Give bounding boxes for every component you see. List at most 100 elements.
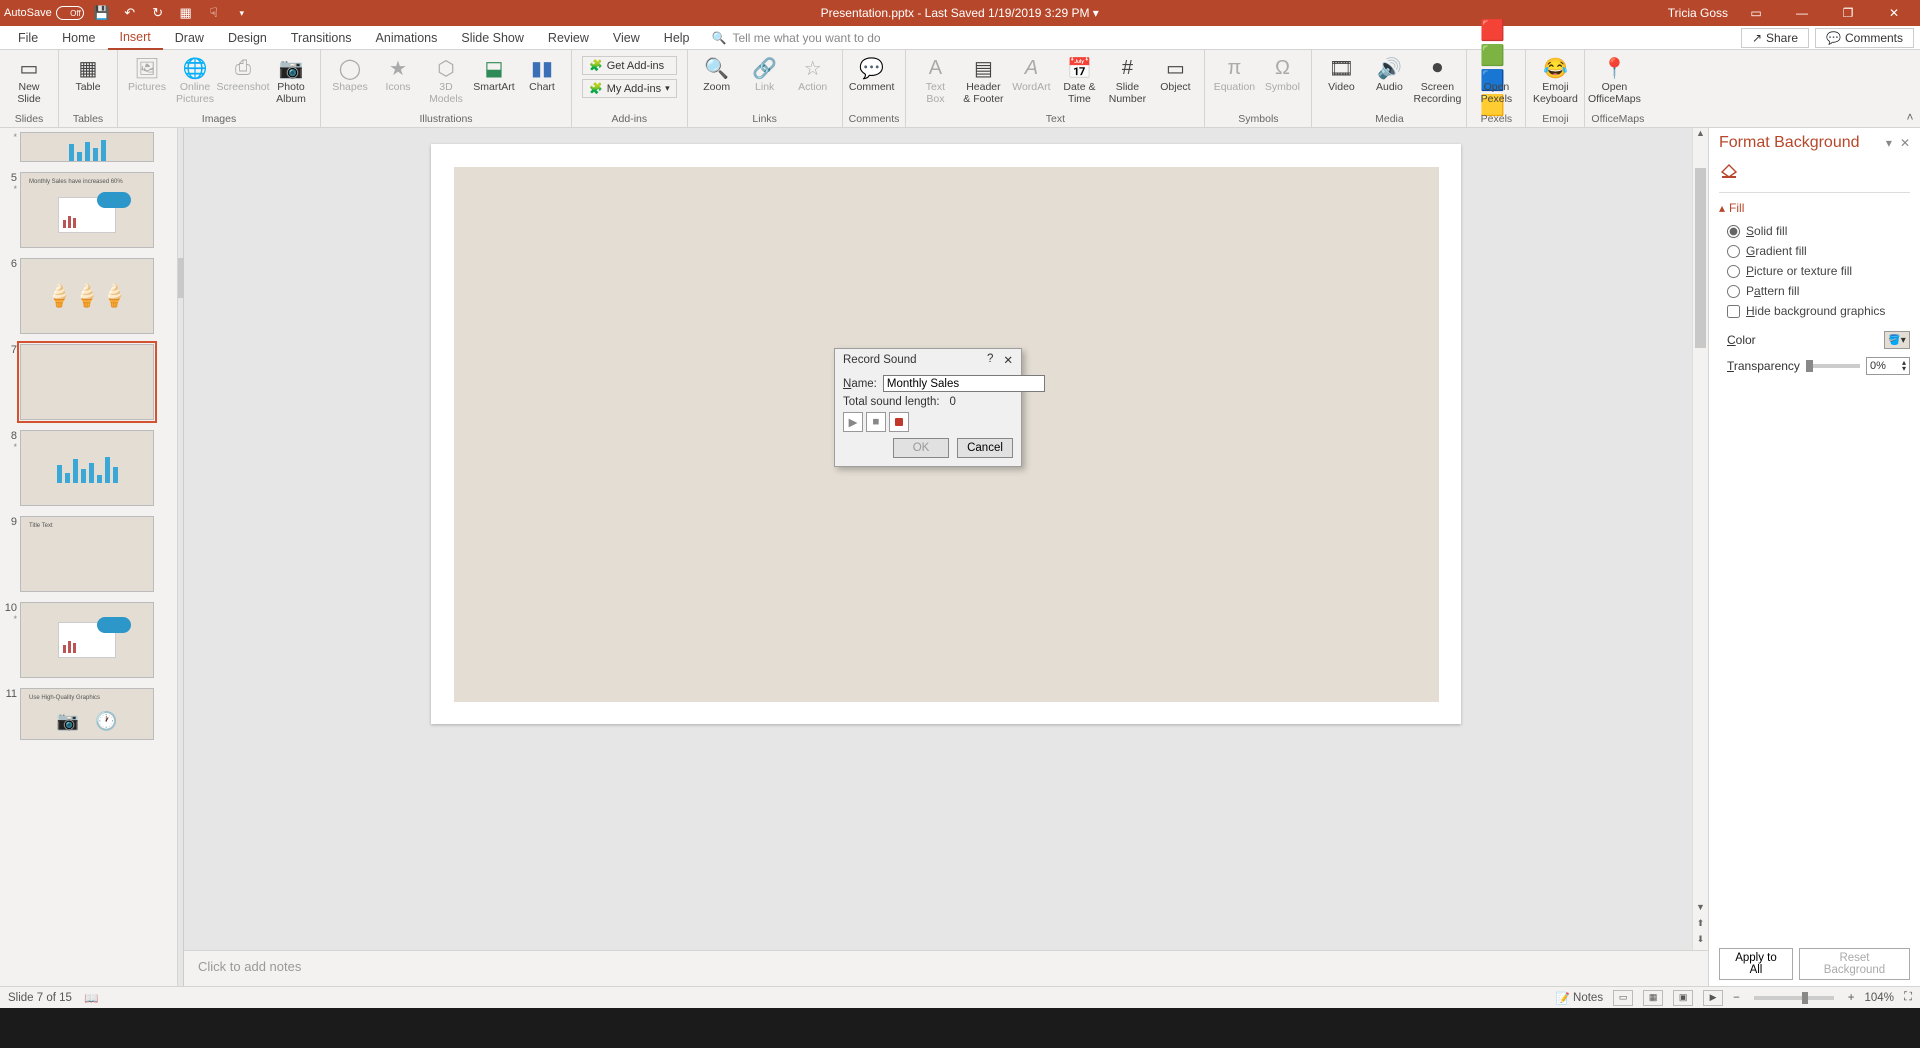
shapes-button[interactable]: ◯Shapes [327,52,373,96]
video-button[interactable]: 🎞Video [1318,52,1364,96]
hide-bg-graphics-option[interactable]: Hide background graphics [1727,304,1910,318]
cancel-button[interactable]: Cancel [957,438,1013,458]
editor-scrollbar[interactable]: ▲ ▼ ⬆ ⬇ [1692,128,1708,950]
fill-pattern-option[interactable]: Pattern fill [1727,284,1910,298]
undo-icon[interactable]: ↶ [120,3,140,23]
icons-button[interactable]: ★Icons [375,52,421,96]
play-button[interactable]: ▶ [843,412,863,432]
slide-thumbnail[interactable]: * [4,132,177,162]
save-icon[interactable]: 💾 [92,3,112,23]
fill-gradient-option[interactable]: Gradient fill [1727,244,1910,258]
chart-button[interactable]: ▮▮Chart [519,52,565,96]
apply-to-all-button[interactable]: Apply to All [1719,948,1793,980]
sound-name-input[interactable] [883,375,1045,392]
scroll-up-icon[interactable]: ▲ [1693,128,1708,144]
tab-slideshow[interactable]: Slide Show [449,27,536,49]
zoom-button[interactable]: 🔍Zoom [694,52,740,96]
scroll-thumb[interactable] [1695,168,1706,348]
tab-home[interactable]: Home [50,27,107,49]
photo-album-button[interactable]: 📷PhotoAlbum [268,52,314,107]
zoom-percent[interactable]: 104% [1865,992,1894,1004]
tab-design[interactable]: Design [216,27,279,49]
get-addins-button[interactable]: 🧩Get Add-ins [582,56,677,75]
notes-toggle[interactable]: 📝 Notes [1556,991,1603,1005]
tab-file[interactable]: File [6,27,50,49]
tab-review[interactable]: Review [536,27,601,49]
slide-thumbnail[interactable]: 6 🍦🍦🍦 [4,258,177,334]
ok-button[interactable]: OK [893,438,949,458]
zoom-slider[interactable] [1754,996,1834,1000]
pane-options-icon[interactable]: ▾ [1886,136,1892,150]
transparency-value-input[interactable]: 0%▴▾ [1866,357,1910,375]
normal-view-button[interactable]: ▭ [1613,990,1633,1006]
textbox-button[interactable]: ATextBox [912,52,958,107]
slide-thumbnail[interactable]: 8* [4,430,177,506]
redo-icon[interactable]: ↻ [148,3,168,23]
date-time-button[interactable]: 📅Date &Time [1056,52,1102,107]
windows-taskbar[interactable] [0,1008,1920,1048]
prev-slide-icon[interactable]: ⬆ [1693,918,1708,934]
next-slide-icon[interactable]: ⬇ [1693,934,1708,950]
equation-button[interactable]: πEquation [1211,52,1257,96]
fit-to-window-button[interactable]: ⛶ [1904,991,1912,1004]
link-button[interactable]: 🔗Link [742,52,788,96]
zoom-out-button[interactable]: − [1733,992,1740,1004]
fill-picture-option[interactable]: Picture or texture fill [1727,264,1910,278]
emoji-keyboard-button[interactable]: 😂EmojiKeyboard [1532,52,1578,107]
action-button[interactable]: ☆Action [790,52,836,96]
slide-thumbnail[interactable]: 10* [4,602,177,678]
object-button[interactable]: ▭Object [1152,52,1198,96]
section-fill[interactable]: ▴Fill [1719,201,1910,215]
screen-recording-button[interactable]: ⏺ScreenRecording [1414,52,1460,107]
symbol-button[interactable]: ΩSymbol [1259,52,1305,96]
reset-background-button[interactable]: Reset Background [1799,948,1910,980]
color-picker-button[interactable]: 🪣▾ [1884,331,1910,349]
transparency-slider[interactable] [1806,364,1860,368]
autosave-toggle[interactable]: AutoSave Off [4,6,84,20]
minimize-icon[interactable]: — [1784,0,1820,26]
help-icon[interactable]: ? [987,353,993,367]
user-name[interactable]: Tricia Goss [1668,6,1728,20]
ribbon-display-options-icon[interactable]: ▭ [1738,0,1774,26]
qat-more-icon[interactable]: ▾ [232,3,252,23]
pane-close-icon[interactable]: ✕ [1900,136,1910,150]
new-slide-button[interactable]: ▭NewSlide [6,52,52,107]
comment-button[interactable]: 💬Comment [849,52,895,96]
tell-me-search[interactable]: 🔍 Tell me what you want to do [712,31,881,45]
open-pexels-button[interactable]: 🟥🟩🟦🟨OpenPexels [1473,52,1519,107]
tab-animations[interactable]: Animations [364,27,450,49]
open-officemaps-button[interactable]: 📍OpenOfficeMaps [1591,52,1637,107]
slide-thumbnail[interactable]: 11 Use High-Quality Graphics 📷🕐 [4,688,177,740]
slide-thumbnails-panel[interactable]: * 5* Monthly Sales have increased 60% 6 … [0,128,178,986]
table-button[interactable]: ▦Table [65,52,111,96]
touch-mode-icon[interactable]: ☟ [204,3,224,23]
screenshot-button[interactable]: ⎙Screenshot [220,52,266,96]
slide-thumbnail[interactable]: 5* Monthly Sales have increased 60% [4,172,177,248]
my-addins-button[interactable]: 🧩My Add-ins▾ [582,79,677,98]
fill-category-icon[interactable] [1719,160,1910,180]
3d-models-button[interactable]: ⬡3DModels [423,52,469,107]
document-title[interactable]: Presentation.pptx - Last Saved 1/19/2019… [252,6,1668,20]
collapse-ribbon-button[interactable]: ˄ [1900,50,1920,127]
tab-help[interactable]: Help [652,27,702,49]
comments-button[interactable]: 💬Comments [1815,28,1914,48]
stop-button[interactable]: ■ [866,412,886,432]
tab-view[interactable]: View [601,27,652,49]
slide-thumbnail[interactable]: 9 Title Text [4,516,177,592]
slideshow-view-button[interactable]: ▶ [1703,990,1723,1006]
present-from-start-icon[interactable]: ▦ [176,3,196,23]
wordart-button[interactable]: AWordArt [1008,52,1054,96]
slide-position[interactable]: Slide 7 of 15 [8,992,72,1004]
audio-button[interactable]: 🔊Audio [1366,52,1412,96]
spell-check-icon[interactable]: 📖 [84,991,98,1005]
online-pictures-button[interactable]: 🌐OnlinePictures [172,52,218,107]
pictures-button[interactable]: 🖼Pictures [124,52,170,96]
scroll-down-icon[interactable]: ▼ [1693,902,1708,918]
tab-draw[interactable]: Draw [163,27,216,49]
tab-insert[interactable]: Insert [108,26,163,50]
record-button[interactable] [889,412,909,432]
zoom-in-button[interactable]: + [1848,992,1855,1004]
share-button[interactable]: ↗Share [1741,28,1809,48]
notes-pane[interactable]: Click to add notes [184,950,1708,986]
slide-sorter-view-button[interactable]: ▦ [1643,990,1663,1006]
